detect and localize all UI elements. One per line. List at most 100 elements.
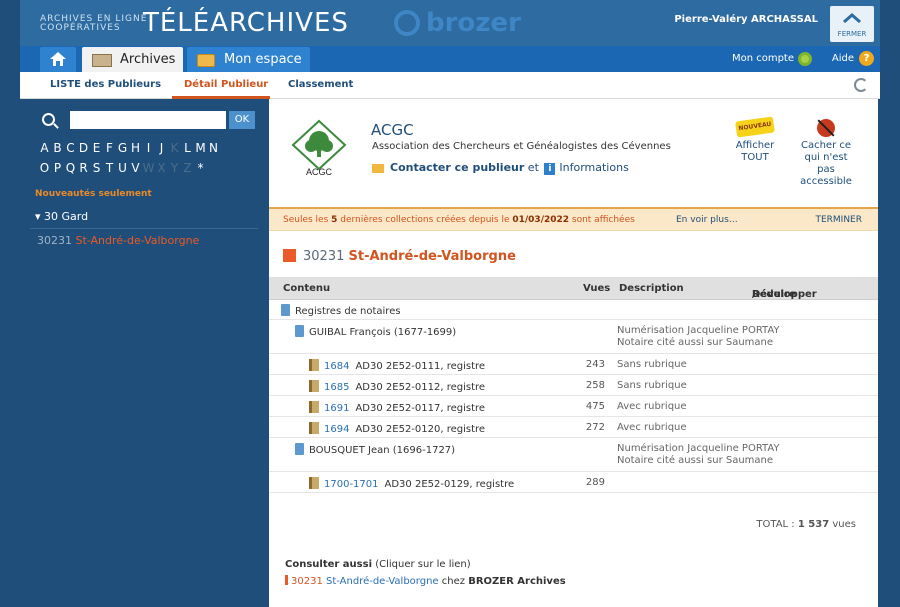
help-icon[interactable]: ? <box>859 51 874 66</box>
account-link[interactable]: Mon compte <box>732 53 794 64</box>
marker-icon <box>285 575 288 585</box>
app-title: TÉLÉARCHIVES <box>143 8 349 38</box>
see-also-commune: St-André-de-Valborgne <box>326 576 439 587</box>
hide-inaccessible-label: Cacher ce qui n'est pas accessible <box>800 140 852 187</box>
see-more-link[interactable]: En voir plus… <box>676 215 738 225</box>
close-button[interactable]: FERMER <box>830 6 874 42</box>
sub-nav: LISTE des Publieurs Détail Publieur Clas… <box>20 72 880 99</box>
alphabet-letter-u[interactable]: U <box>116 161 129 175</box>
alphabet-letter-m[interactable]: M <box>194 141 207 155</box>
alphabet-letter-w: W <box>142 161 155 175</box>
register-book-icon <box>309 380 319 392</box>
tab-archives[interactable]: Archives <box>82 47 183 72</box>
alphabet-letter-t[interactable]: T <box>103 161 116 175</box>
subnav-liste-publieurs[interactable]: LISTE des Publieurs <box>50 79 161 90</box>
alphabet-letter-o[interactable]: O <box>38 161 51 175</box>
alphabet-letter-j[interactable]: J <box>155 141 168 155</box>
top-header: ARCHIVES EN LIGNE COOPÉRATIVES TÉLÉARCHI… <box>20 0 880 46</box>
alphabet-letter-a[interactable]: A <box>38 141 51 155</box>
register-year-link[interactable]: 1685 <box>324 382 349 393</box>
alphabet-letter-i[interactable]: I <box>142 141 155 155</box>
notary-description: Numérisation Jacqueline PORTAY Notaire ci… <box>617 325 780 348</box>
alphabet-letter-p[interactable]: P <box>51 161 64 175</box>
table-row[interactable]: 1685 AD30 2E52-0112, registre 258 Sans rubr… <box>269 375 878 396</box>
notice-banner: Seules les 5 dernières collections créée… <box>269 207 878 231</box>
alphabet-letter-c[interactable]: C <box>64 141 77 155</box>
total-unit: vues <box>832 519 856 530</box>
register-year-link[interactable]: 1700-1701 <box>324 479 379 490</box>
search-input[interactable] <box>70 111 226 129</box>
informations-link[interactable]: Informations <box>559 161 628 174</box>
commune-item[interactable]: 30231 St-André-de-Valborgne <box>37 234 199 247</box>
show-all-button[interactable]: NOUVEAU Afficher TOUT <box>731 116 779 164</box>
series-row[interactable]: Registres de notaires <box>269 300 878 320</box>
alphabet-letter-d[interactable]: D <box>77 141 90 155</box>
help-link[interactable]: Aide <box>832 53 854 64</box>
alphabet-letter-e[interactable]: E <box>90 141 103 155</box>
brand-subtitle: ARCHIVES EN LIGNE COOPÉRATIVES <box>40 15 147 33</box>
alphabet-letter-l[interactable]: L <box>181 141 194 155</box>
sidebar: OK ABCDEFGHIJKLMN O P Q R S T U V W X Y Z * Nouveaut… <box>20 99 268 607</box>
search-ok-button[interactable]: OK <box>229 111 255 129</box>
alphabet-letter-g[interactable]: G <box>116 141 129 155</box>
subnav-classement[interactable]: Classement <box>288 79 353 90</box>
brozer-logo: brozer <box>394 8 544 38</box>
register-views: 243 <box>585 359 605 370</box>
alphabet-letter-f[interactable]: F <box>103 141 116 155</box>
commune-code: 30231 <box>37 234 72 247</box>
register-year-link[interactable]: 1684 <box>324 361 349 372</box>
total-views: TOTAL : 1 537 vues <box>756 519 856 530</box>
register-label: 1700-1701 AD30 2E52-0129, registre <box>309 477 514 490</box>
notary-name: BOUSQUET Jean (1696-1727) <box>295 443 455 456</box>
alphabet-letter-b[interactable]: B <box>51 141 64 155</box>
search-icon <box>42 113 55 126</box>
alphabet-letter-v[interactable]: V <box>129 161 142 175</box>
alphabet-letter-s[interactable]: S <box>90 161 103 175</box>
refresh-icon[interactable] <box>854 78 868 92</box>
alphabet-letter-q[interactable]: Q <box>64 161 77 175</box>
end-button[interactable]: TERMINER <box>815 215 862 225</box>
close-button-label: FERMER <box>837 30 867 38</box>
commune-name: St-André-de-Valborgne <box>75 234 200 247</box>
chevron-up-icon <box>843 13 861 23</box>
table-row[interactable]: 1691 AD30 2E52-0117, registre 475 Avec rubr… <box>269 396 878 417</box>
see-also-label: Consulter aussi <box>285 559 373 570</box>
register-description: Sans rubrique <box>617 380 687 391</box>
user-name[interactable]: Pierre-Valéry ARCHASSAL <box>674 14 818 25</box>
notary-name: GUIBAL François (1677-1699) <box>295 325 456 338</box>
register-label: 1684 AD30 2E52-0111, registre <box>309 359 485 372</box>
notary-row[interactable]: GUIBAL François (1677-1699) Numérisation … <box>269 320 878 354</box>
total-value: 1 537 <box>797 519 830 530</box>
contact-and: et <box>527 161 539 174</box>
gear-icon[interactable] <box>798 52 812 66</box>
register-book-icon <box>309 422 319 434</box>
collapse-link[interactable]: Réduire <box>752 289 796 300</box>
register-description: Avec rubrique <box>617 401 687 412</box>
brand-line-2: COOPÉRATIVES <box>40 23 121 33</box>
notice-text: Seules les 5 dernières collections créée… <box>283 215 635 225</box>
notary-row[interactable]: BOUSQUET Jean (1696-1727) Numérisation Ja… <box>269 438 878 472</box>
table-row[interactable]: 1700-1701 AD30 2E52-0129, registre 289 <box>269 472 878 493</box>
see-also-link[interactable]: 30231 St-André-de-Valborgne chez BROZER … <box>285 575 566 587</box>
see-also-code: 30231 <box>291 576 323 587</box>
alphabet-letter-n[interactable]: N <box>207 141 220 155</box>
tab-home[interactable] <box>40 47 76 72</box>
alphabet-letter-h[interactable]: H <box>129 141 142 155</box>
main-panel: ACGC ACGC Association des Chercheurs et … <box>269 99 878 607</box>
register-year-link[interactable]: 1694 <box>324 424 349 435</box>
hide-inaccessible-button[interactable]: Cacher ce qui n'est pas accessible <box>797 119 855 188</box>
alphabet-letter-r[interactable]: R <box>77 161 90 175</box>
column-content: Contenu <box>283 283 331 294</box>
subnav-detail-publieur[interactable]: Détail Publieur <box>184 79 268 90</box>
contact-publisher-link[interactable]: Contacter ce publieur <box>390 161 524 174</box>
table-row[interactable]: 1684 AD30 2E52-0111, registre 243 Sans rubr… <box>269 354 878 375</box>
department-item[interactable]: ▾ 30 Gard <box>35 210 88 223</box>
alphabet-all[interactable]: * <box>194 161 207 175</box>
table-row[interactable]: 1694 AD30 2E52-0120, registre 272 Avec rubr… <box>269 417 878 438</box>
tab-mon-espace[interactable]: Mon espace <box>187 47 310 72</box>
register-year-link[interactable]: 1691 <box>324 403 349 414</box>
stack-icon <box>295 443 304 455</box>
stack-icon <box>281 304 290 316</box>
news-only-filter[interactable]: Nouveautés seulement <box>35 189 152 199</box>
table-header: Contenu Vues Description Développer / Ré… <box>269 277 878 300</box>
